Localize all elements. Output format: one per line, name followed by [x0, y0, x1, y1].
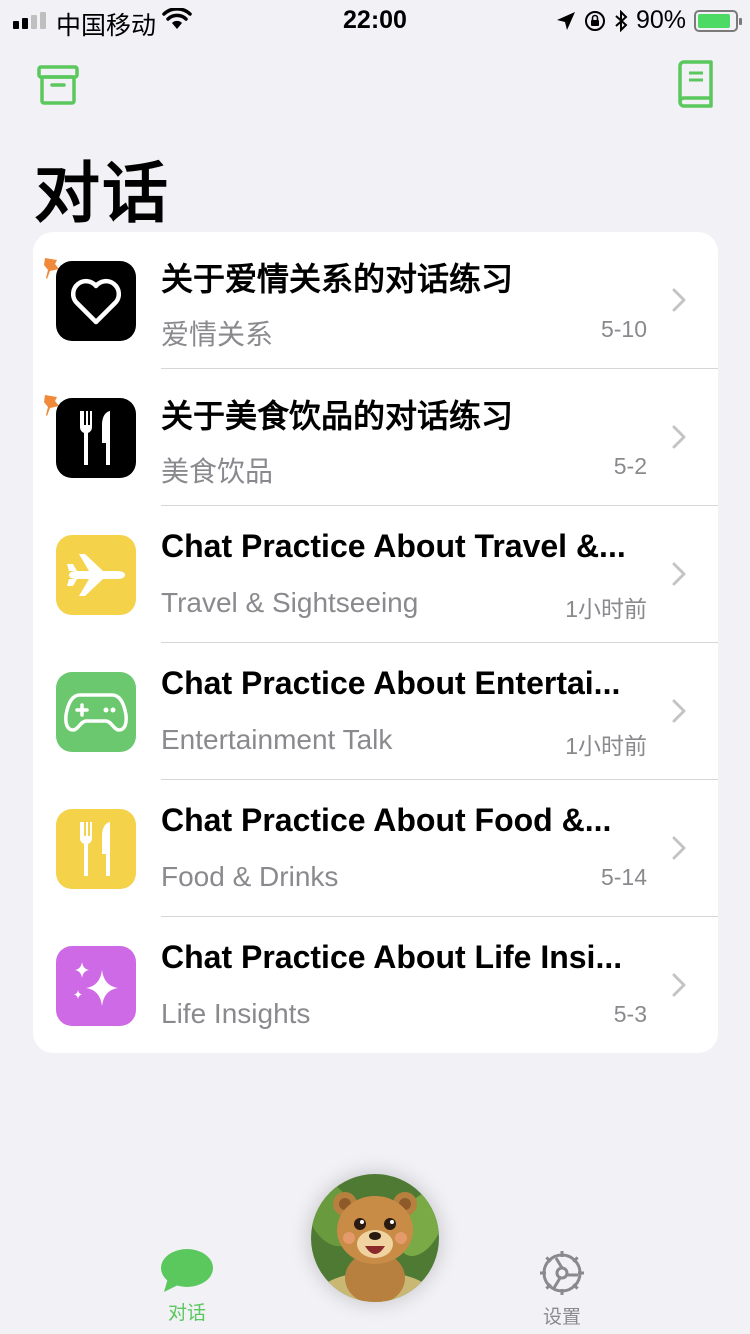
- conversation-list: 关于爱情关系的对话练习 爱情关系 5-10 关于美食饮品的对话练习 美食饮品 5…: [33, 232, 718, 1053]
- conversation-title: 关于美食饮品的对话练习: [161, 398, 514, 434]
- sparkles-icon: [56, 946, 136, 1026]
- conversation-subtitle: Travel & Sightseeing: [161, 587, 419, 618]
- tab-settings-label: 设置: [542, 1307, 581, 1328]
- bear-avatar-button[interactable]: [311, 1174, 439, 1302]
- conversation-time: 1小时前: [565, 596, 647, 622]
- orientation-lock-icon: [584, 10, 605, 31]
- conversation-row[interactable]: 关于美食饮品的对话练习 美食饮品 5-2: [33, 369, 718, 506]
- conversation-subtitle: 美食饮品: [161, 456, 274, 487]
- conversation-subtitle: 爱情关系: [161, 319, 274, 350]
- conversation-row[interactable]: Chat Practice About Food &... Food & Dri…: [33, 780, 718, 917]
- status-right: 90%: [556, 6, 742, 35]
- chevron-right-icon: [672, 973, 686, 997]
- chevron-right-icon: [672, 288, 686, 312]
- conversation-row[interactable]: 关于爱情关系的对话练习 爱情关系 5-10: [33, 232, 718, 369]
- conversation-subtitle: Life Insights: [161, 998, 311, 1029]
- chevron-right-icon: [672, 562, 686, 586]
- battery-icon: [694, 9, 742, 32]
- gear-icon: [540, 1251, 584, 1295]
- conversation-time: 1小时前: [565, 733, 647, 759]
- fork-knife-icon: [56, 398, 136, 478]
- conversation-time: 5-10: [600, 316, 647, 342]
- status-bar: 中国移动 22:00 90%: [0, 0, 750, 40]
- gamepad-icon: [56, 672, 136, 752]
- conversation-row[interactable]: Chat Practice About Life Insi... Life In…: [33, 917, 718, 1053]
- chevron-right-icon: [672, 699, 686, 723]
- book-icon[interactable]: [676, 60, 714, 108]
- conversation-row[interactable]: Chat Practice About Entertai... Entertai…: [33, 643, 718, 780]
- page-title: 对话: [34, 156, 170, 230]
- conversation-title: 关于爱情关系的对话练习: [161, 261, 514, 297]
- conversation-title: Chat Practice About Life Insi...: [161, 939, 623, 975]
- tab-settings[interactable]: 设置: [522, 1248, 602, 1329]
- heart-icon: [56, 261, 136, 341]
- conversation-title: Chat Practice About Travel &...: [161, 528, 626, 564]
- airplane-icon: [56, 535, 136, 615]
- tab-chat-label: 对话: [167, 1303, 206, 1324]
- conversation-time: 5-3: [613, 1001, 647, 1027]
- tab-chat[interactable]: 对话: [147, 1248, 227, 1325]
- chevron-right-icon: [672, 836, 686, 860]
- conversation-subtitle: Food & Drinks: [161, 861, 339, 892]
- conversation-title: Chat Practice About Food &...: [161, 802, 612, 838]
- chat-bubble-icon: [161, 1249, 213, 1292]
- bluetooth-icon: [615, 9, 628, 32]
- battery-percent: 90%: [635, 6, 686, 34]
- conversation-subtitle: Entertainment Talk: [161, 724, 393, 755]
- fork-knife-icon: [56, 809, 136, 889]
- chevron-right-icon: [672, 425, 686, 449]
- conversation-title: Chat Practice About Entertai...: [161, 665, 621, 701]
- conversation-time: 5-14: [600, 864, 647, 890]
- conversation-time: 5-2: [613, 453, 647, 479]
- bear-avatar: [311, 1174, 439, 1302]
- conversation-row[interactable]: Chat Practice About Travel &... Travel &…: [33, 506, 718, 643]
- archive-icon[interactable]: [37, 64, 79, 106]
- location-arrow-icon: [556, 11, 575, 30]
